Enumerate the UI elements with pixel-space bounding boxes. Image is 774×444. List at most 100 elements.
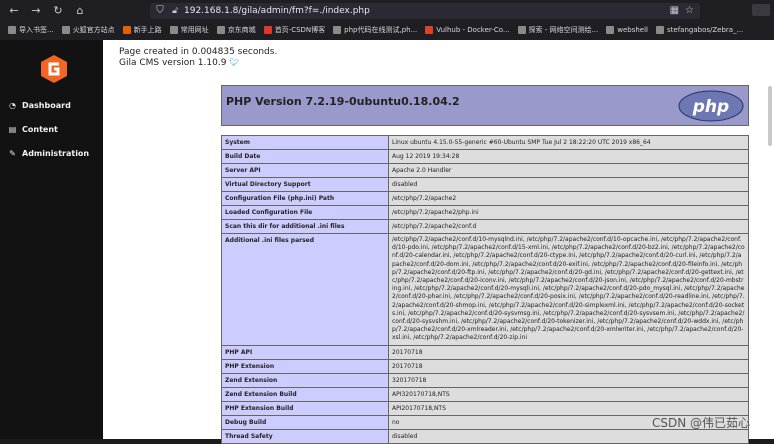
sidebar-item-label: Administration (22, 149, 90, 158)
table-row: PHP API 20170718 (221, 344, 749, 360)
row-key: Virtual Directory Support (221, 177, 389, 192)
row-value: 20170718 (388, 344, 749, 360)
phpinfo-table: System Linux ubuntu 4.15.0-55-generic #60… (221, 135, 749, 444)
bookmark-label: php代码在线测试,ph... (344, 26, 418, 34)
row-value: /etc/php/7.2/apache2/conf.d (388, 219, 749, 234)
bookmark-label: 导入书签... (19, 26, 54, 34)
bookmark-favicon-icon (263, 26, 272, 34)
row-value: /etc/php/7.2/apache2/php.ini (388, 205, 749, 220)
row-key: Server API (221, 163, 389, 178)
back-icon[interactable]: ← (6, 3, 22, 19)
row-key: Additional .ini files parsed (221, 233, 389, 346)
bookmark-item[interactable]: stefangabos/Zebra_... (656, 26, 743, 34)
bookmark-label: 火狐官方站点 (72, 26, 115, 34)
window-icon: ▤ (8, 125, 17, 134)
scrollbar[interactable] (768, 86, 772, 146)
gila-logo-icon[interactable] (39, 54, 69, 84)
bookmark-label: 常用网址 (180, 26, 209, 34)
bookmark-label: webshell (617, 26, 649, 34)
row-key: PHP Extension (221, 358, 389, 374)
bookmark-favicon-icon (216, 26, 225, 34)
row-key: PHP Extension Build (221, 400, 389, 416)
table-row: Additional .ini files parsed/etc/php/7.2… (221, 233, 749, 346)
table-row: Virtual Directory Support disabled (221, 177, 749, 192)
sidebar-item-label: Dashboard (22, 101, 71, 110)
php-logo-icon[interactable]: php (678, 90, 744, 122)
table-row: Server API Apache 2.0 Handler (221, 163, 749, 178)
bookmark-favicon-icon (61, 26, 70, 34)
table-row: System Linux ubuntu 4.15.0-55-generic #60… (221, 135, 749, 150)
bookmark-item[interactable]: webshell (606, 26, 648, 34)
bookmark-item[interactable]: 火狐官方站点 (61, 25, 115, 35)
row-key: Debug Build (221, 414, 389, 430)
table-row: Zend Extension Build API320170718,NTS (221, 386, 749, 402)
bookmark-favicon-icon (8, 26, 16, 34)
row-value: Aug 12 2019 19:34:28 (388, 149, 749, 164)
row-value: /etc/php/7.2/apache2 (388, 191, 749, 206)
sidebar-item-content[interactable]: ▤ Content (8, 125, 58, 134)
sidebar-item-dashboard[interactable]: ◔ Dashboard (8, 101, 71, 110)
row-value: disabled (388, 177, 749, 192)
bookmark-item[interactable]: php代码在线测试,ph... (333, 25, 417, 35)
table-row: PHP Extension 20170718 (221, 358, 749, 374)
gila-version-line: Gila CMS version 1.10.9 🐦︎ (119, 58, 239, 68)
bookmark-item[interactable]: 常用网址 (169, 25, 209, 35)
bookmarks-toolbar: 导入书签... 火狐官方站点 新手上路 常用网址 京东商城 首页-CSDN博客 php代码在… (0, 22, 774, 38)
row-key: Scan this dir for additional .ini files (221, 219, 389, 234)
bookmark-favicon-icon (656, 26, 665, 34)
home-icon[interactable]: ⌂ (72, 3, 88, 19)
bookmark-star-icon[interactable]: ☆ (685, 5, 694, 16)
url-text[interactable]: 192.168.1.8/gila/admin/fm?f=./index.php (184, 6, 370, 16)
table-row: Thread Safety disabled (221, 428, 749, 444)
qr-code-icon[interactable]: ▦ (670, 5, 679, 16)
row-value: Linux ubuntu 4.15.0-55-generic #60-Ubunt… (388, 135, 749, 150)
sidebar-item-label: Content (22, 125, 58, 134)
bookmark-label: 首页-CSDN博客 (274, 26, 326, 34)
table-row: Loaded Configuration File/etc/php/7.2/ap… (221, 205, 749, 220)
bookmark-item[interactable]: Vulhub - Docker-Co... (425, 26, 510, 34)
row-key: Configuration File (php.ini) Path (221, 191, 389, 206)
bookmark-favicon-icon (169, 26, 178, 34)
bookmark-item[interactable]: 导入书签... (8, 25, 54, 35)
browser-chrome: ← → ↻ ⌂ ⛉ 🔓︎ 192.168.1.8/gila/admin/fm?f… (0, 0, 774, 40)
bookmark-item[interactable]: 首页-CSDN博客 (263, 25, 326, 35)
bookmark-favicon-icon (122, 26, 131, 34)
address-bar[interactable]: ⛉ 🔓︎ 192.168.1.8/gila/admin/fm?f=./index… (150, 3, 700, 19)
bookmark-label: 京东商城 (227, 26, 256, 34)
row-value: /etc/php/7.2/apache2/conf.d/10-mysqlnd.i… (388, 233, 749, 346)
row-key: PHP API (221, 344, 389, 360)
bookmark-label: stefangabos/Zebra_... (667, 26, 744, 34)
row-value: API320170718,NTS (388, 386, 749, 402)
row-key: System (221, 135, 389, 150)
reload-icon[interactable]: ↻ (50, 3, 66, 19)
window-control[interactable] (752, 4, 770, 16)
twitter-icon[interactable]: 🐦︎ (229, 58, 239, 67)
row-value: 320170718 (388, 372, 749, 388)
forward-icon[interactable]: → (28, 3, 44, 19)
bookmark-favicon-icon (606, 26, 615, 34)
watermark-text: CSDN @伟已茹心 (651, 416, 750, 430)
bookmark-item[interactable]: 探索 - 网络空间测绘... (517, 25, 598, 35)
page: ◔ Dashboard ▤ Content ✎ Administration P… (0, 40, 774, 444)
shield-icon[interactable]: ⛉ (154, 5, 166, 17)
row-value: disabled (388, 428, 749, 444)
admin-sidebar: ◔ Dashboard ▤ Content ✎ Administration (0, 40, 103, 439)
phpinfo-header: PHP Version 7.2.19-0ubuntu0.18.04.2 php (221, 85, 749, 126)
browser-toolbar: ← → ↻ ⌂ ⛉ 🔓︎ 192.168.1.8/gila/admin/fm?f… (0, 0, 774, 22)
bookmark-item[interactable]: 京东商城 (216, 25, 256, 35)
bookmark-favicon-icon (517, 26, 526, 34)
wrench-icon: ✎ (9, 149, 16, 158)
main-content: Page created in 0.004835 seconds. Gila C… (103, 40, 774, 444)
php-version-title: PHP Version 7.2.19-0ubuntu0.18.04.2 (226, 95, 460, 108)
row-value: Apache 2.0 Handler (388, 163, 749, 178)
sidebar-item-administration[interactable]: ✎ Administration (8, 149, 89, 158)
bookmark-item[interactable]: 新手上路 (122, 25, 162, 35)
row-key: Zend Extension Build (221, 386, 389, 402)
row-key: Thread Safety (221, 428, 389, 444)
insecure-lock-icon[interactable]: 🔓︎ (170, 5, 180, 17)
table-row: Scan this dir for additional .ini files /… (221, 219, 749, 234)
row-key: Build Date (221, 149, 389, 164)
bookmark-label: 新手上路 (133, 26, 162, 34)
table-row: Build Date Aug 12 2019 19:34:28 (221, 149, 749, 164)
php-logo-text: php (692, 97, 729, 117)
